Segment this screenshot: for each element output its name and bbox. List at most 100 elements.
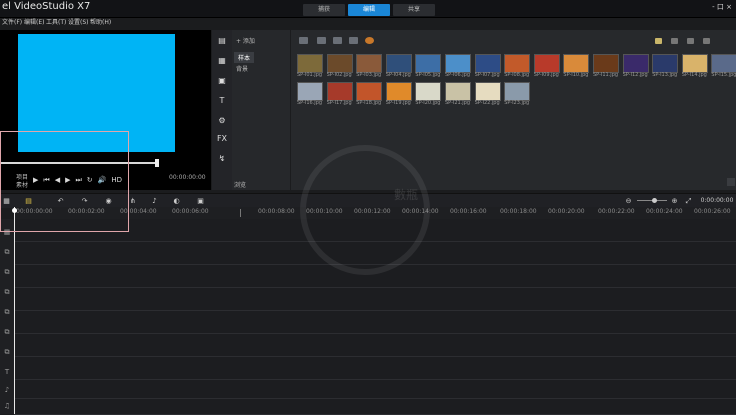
track-row[interactable] [14,311,736,334]
thumb-size-icon[interactable] [703,38,710,44]
sound-mixer-icon[interactable]: ⋔ [128,197,137,205]
overlay-track-icon[interactable]: ⧉ [1,347,13,357]
media-thumbnail[interactable] [297,54,323,73]
zoom-slider-handle[interactable] [652,198,657,203]
highlight-box [0,131,129,232]
tab-capture[interactable]: 捕获 [303,4,345,16]
media-thumbnail[interactable] [445,54,471,73]
instant-project-icon[interactable]: ▦ [216,56,228,66]
thumbnail-label: SP-I03.jpg [356,72,382,78]
media-thumbnail[interactable] [385,82,412,101]
media-thumbnail[interactable] [504,54,531,73]
menu-file[interactable]: 文件(F) [2,17,22,26]
preview-timecode[interactable]: 00:00:00:00 [169,174,206,181]
track-row[interactable] [14,288,736,311]
media-thumbnail[interactable] [356,82,383,101]
folder-icon[interactable] [299,37,308,44]
track-row[interactable] [14,399,736,415]
view-list-icon[interactable] [671,38,678,44]
video-filter-icon[interactable] [317,37,326,44]
view-grid-icon[interactable] [655,38,662,44]
menu-help[interactable]: 帮助(H) [90,17,111,26]
media-thumbnail[interactable] [474,82,501,101]
media-thumbnail[interactable] [326,82,353,101]
track-row[interactable] [14,357,736,380]
filter-icon[interactable]: FX [216,134,228,144]
window-controls[interactable]: - 口 × [712,2,732,12]
thumbnail-label: SP-I17.jpg [326,100,352,106]
media-thumbnail[interactable] [533,54,560,73]
voice-track-icon[interactable]: ♪ [1,385,13,395]
browse-button[interactable]: 浏览 [234,180,246,189]
ruler-label: 00:00:20:00 [548,208,585,215]
playhead[interactable] [14,207,15,414]
media-thumbnail[interactable] [711,54,736,73]
thumbnail-label: SP-I15.jpg [711,72,736,78]
media-thumbnail[interactable] [415,54,442,73]
motion-tracking-icon[interactable]: ◐ [172,197,181,205]
menu-tools[interactable]: 工具(T) [46,17,66,26]
title-track-icon[interactable]: T [1,367,13,377]
track-headers: ▦ ⧉ ⧉ ⧉ ⧉ ⧉ ⧉ T ♪ ♫ [0,219,14,414]
thumbnail-label: SP-I21.jpg [445,100,471,106]
zoom-in-icon[interactable]: ⊕ [670,197,679,205]
subtitle-editor-icon[interactable]: ▣ [196,197,205,205]
track-row[interactable] [14,380,736,399]
ruler-label: 00:00:16:00 [450,208,487,215]
import-icon[interactable] [365,37,374,44]
thumbnail-label: SP-I22.jpg [474,100,500,106]
timeline-timecode[interactable]: 0:00:00:00 [700,197,734,205]
media-thumbnail[interactable] [415,82,442,101]
media-thumbnail[interactable] [297,82,323,101]
zoom-out-icon[interactable]: ⊖ [624,197,633,205]
photo-filter-icon[interactable] [333,37,342,44]
thumbnail-label: SP-I16.jpg [297,100,323,106]
tab-share[interactable]: 共享 [393,4,435,16]
watermark-text: 數瓶 [394,188,419,202]
overlay-track-icon[interactable]: ⧉ [1,267,13,277]
graphic-icon[interactable]: ⚙ [216,116,228,126]
folder-item-background[interactable]: 背景 [236,64,248,73]
media-thumbnail[interactable] [474,54,501,73]
ruler-label: 00:00:08:00 [258,208,295,215]
ruler-label: 00:00:18:00 [500,208,537,215]
media-thumbnail[interactable] [652,54,679,73]
media-thumbnail[interactable] [504,82,531,101]
audio-filter-icon[interactable] [349,37,358,44]
media-thumbnail[interactable] [593,54,619,73]
scrub-handle[interactable] [155,159,159,167]
overlay-track-icon[interactable]: ⧉ [1,247,13,257]
overlay-track-icon[interactable]: ⧉ [1,287,13,297]
media-thumbnail[interactable] [622,54,649,73]
tab-edit[interactable]: 编辑 [348,4,390,16]
path-icon[interactable]: ↯ [216,154,228,164]
folder-item-samples[interactable]: 样本 [234,52,255,63]
app-title: el VideoStudio X7 [2,1,91,12]
thumbnail-label: SP-I04.jpg [385,72,411,78]
media-thumbnail[interactable] [326,54,353,73]
ruler-label: 00:00:22:00 [598,208,635,215]
sort-icon[interactable] [687,38,694,44]
media-thumbnail[interactable] [385,54,412,73]
music-track-icon[interactable]: ♫ [1,401,13,411]
thumbnail-label: SP-I23.jpg [504,100,530,106]
transition-icon[interactable]: ▣ [216,76,228,86]
library-scroll-button[interactable] [727,178,735,186]
media-thumbnail[interactable] [356,54,383,73]
media-icon[interactable]: ▤ [216,36,228,46]
overlay-track-icon[interactable]: ⧉ [1,307,13,317]
menu-bar: 文件(F) 编辑(E) 工具(T) 设置(S) 帮助(H) [0,17,300,28]
auto-music-icon[interactable]: ♪ [150,197,159,205]
media-thumbnail[interactable] [563,54,590,73]
add-folder-button[interactable]: + 添加 [236,36,255,45]
fit-project-icon[interactable]: ⤢ [684,197,693,205]
media-thumbnail[interactable] [445,82,471,101]
media-thumbnail[interactable] [681,54,708,73]
menu-edit[interactable]: 编辑(E) [24,17,44,26]
title-icon[interactable]: T [216,96,228,106]
track-row[interactable] [14,334,736,357]
overlay-track-icon[interactable]: ⧉ [1,327,13,337]
thumbnail-label: SP-I05.jpg [415,72,441,78]
ruler-label: 00:00:24:00 [646,208,683,215]
menu-settings[interactable]: 设置(S) [68,17,89,26]
